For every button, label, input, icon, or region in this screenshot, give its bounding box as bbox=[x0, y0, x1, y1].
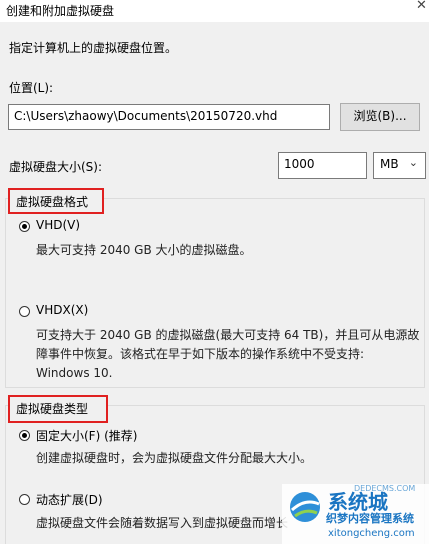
vhdx-desc-line3: Windows 10. bbox=[36, 366, 113, 380]
watermark-domain: DEDECMS.COM bbox=[354, 484, 416, 493]
size-unit-value: MB bbox=[380, 157, 399, 171]
watermark-sub: 织梦内容管理系统 bbox=[326, 512, 414, 525]
vhdx-desc-line2: 障事件中恢复。该格式在早于如下版本的操作系统中不受支持: bbox=[36, 347, 365, 361]
watermark-site: xitongcheng.com bbox=[328, 528, 415, 539]
browse-button[interactable]: 浏览(B)... bbox=[340, 103, 420, 131]
dynamic-label[interactable]: 动态扩展(D) bbox=[36, 491, 103, 508]
vhd-radio[interactable] bbox=[19, 221, 30, 232]
dynamic-radio[interactable] bbox=[19, 494, 30, 505]
fixed-size-label[interactable]: 固定大小(F) (推荐) bbox=[36, 427, 137, 444]
size-unit-select[interactable]: MB ⌄ bbox=[373, 152, 426, 179]
chevron-down-icon: ⌄ bbox=[408, 156, 418, 169]
close-icon[interactable]: ✕ bbox=[416, 0, 427, 13]
vhdx-label[interactable]: VHDX(X) bbox=[36, 303, 88, 317]
location-input[interactable]: C:\Users\zhaowy\Documents\20150720.vhd bbox=[8, 104, 330, 130]
fixed-size-radio[interactable] bbox=[19, 430, 30, 441]
window-title: 创建和附加虚拟硬盘 bbox=[6, 4, 115, 18]
vhdx-desc-line1: 可支持大于 2040 GB 的虚拟磁盘(最大可支持 64 TB)，并且可从电源故 bbox=[36, 328, 420, 342]
vhdx-radio[interactable] bbox=[19, 306, 30, 317]
location-label: 位置(L): bbox=[9, 81, 54, 95]
vhd-label[interactable]: VHD(V) bbox=[36, 218, 80, 232]
dynamic-desc: 虚拟硬盘文件会随着数据写入到虚拟硬盘而增长 bbox=[36, 516, 289, 530]
type-heading: 虚拟硬盘类型 bbox=[8, 395, 108, 423]
format-heading: 虚拟硬盘格式 bbox=[8, 188, 104, 214]
intro-text: 指定计算机上的虚拟硬盘位置。 bbox=[9, 41, 178, 55]
globe-logo-icon bbox=[290, 492, 320, 522]
watermark: 系统城 织梦内容管理系统 DEDECMS.COM xitongcheng.com bbox=[282, 484, 429, 544]
vhd-desc: 最大可支持 2040 GB 大小的虚拟磁盘。 bbox=[36, 243, 252, 257]
size-label: 虚拟硬盘大小(S): bbox=[9, 160, 103, 174]
fixed-size-desc: 创建虚拟硬盘时，会为虚拟硬盘文件分配最大大小。 bbox=[36, 451, 313, 465]
size-input[interactable]: 1000 bbox=[278, 152, 367, 179]
